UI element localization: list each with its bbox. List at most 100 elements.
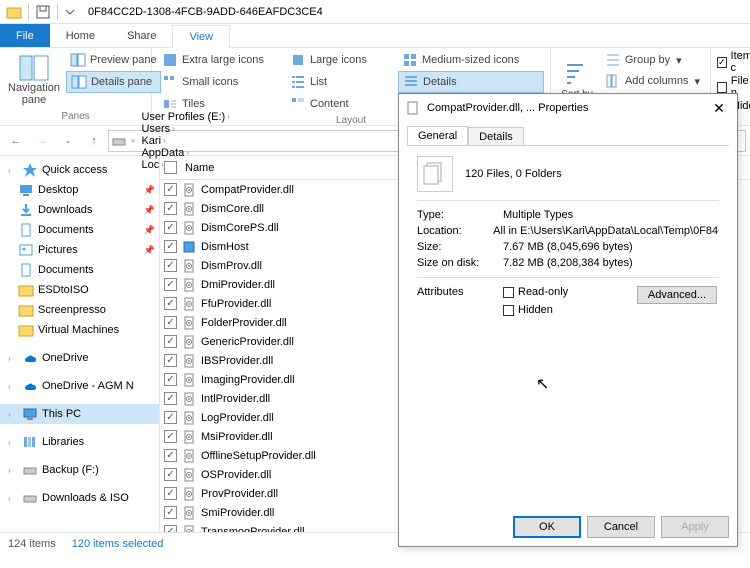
select-all-checkbox[interactable] <box>164 161 177 174</box>
row-checkbox[interactable]: ✓ <box>164 335 177 348</box>
sidebar-item[interactable]: ESDtoISO <box>0 280 159 300</box>
file-name: ProvProvider.dll <box>201 488 278 500</box>
medium-icons-button[interactable]: Medium-sized icons <box>398 50 544 70</box>
row-checkbox[interactable]: ✓ <box>164 354 177 367</box>
row-checkbox[interactable]: ✓ <box>164 487 177 500</box>
ok-button[interactable]: OK <box>513 516 581 538</box>
ribbon-group-panes: Panes <box>6 110 145 123</box>
tab-share[interactable]: Share <box>111 24 172 47</box>
row-checkbox[interactable]: ✓ <box>164 259 177 272</box>
close-button[interactable]: ✕ <box>707 100 731 117</box>
readonly-checkbox[interactable]: Read-only <box>503 286 568 298</box>
row-checkbox[interactable]: ✓ <box>164 525 177 532</box>
row-checkbox[interactable]: ✓ <box>164 316 177 329</box>
file-icon <box>181 524 197 533</box>
row-checkbox[interactable]: ✓ <box>164 240 177 253</box>
sidebar-item[interactable]: Downloads📌 <box>0 200 159 220</box>
tab-details[interactable]: Details <box>468 127 524 146</box>
row-checkbox[interactable]: ✓ <box>164 430 177 443</box>
content-view-button[interactable]: Content <box>286 94 398 114</box>
properties-icon <box>405 100 421 116</box>
row-checkbox[interactable]: ✓ <box>164 449 177 462</box>
row-checkbox[interactable]: ✓ <box>164 278 177 291</box>
navigation-pane-button[interactable]: Navigation pane <box>6 50 62 110</box>
sidebar-libraries[interactable]: ›Libraries <box>0 432 159 452</box>
add-columns-button[interactable]: Add columns▾ <box>601 71 704 91</box>
sidebar-item[interactable]: Virtual Machines <box>0 320 159 340</box>
row-checkbox[interactable]: ✓ <box>164 392 177 405</box>
file-icon <box>181 201 197 217</box>
file-icon <box>181 410 197 426</box>
details-pane-button[interactable]: Details pane <box>66 71 161 93</box>
list-view-button[interactable]: List <box>286 71 398 93</box>
row-checkbox[interactable]: ✓ <box>164 202 177 215</box>
status-selected-count: 120 items selected <box>72 538 164 550</box>
row-checkbox[interactable]: ✓ <box>164 183 177 196</box>
apply-button[interactable]: Apply <box>661 516 729 538</box>
tab-general[interactable]: General <box>407 126 468 145</box>
save-icon[interactable] <box>35 4 51 20</box>
file-icon <box>181 448 197 464</box>
file-name: FfuProvider.dll <box>201 298 271 310</box>
sidebar-backup[interactable]: ›Backup (F:) <box>0 460 159 480</box>
file-icon <box>181 486 197 502</box>
extra-large-icons-button[interactable]: Extra large icons <box>158 50 286 70</box>
file-icon <box>181 239 197 255</box>
group-by-button[interactable]: Group by▾ <box>601 50 704 70</box>
row-checkbox[interactable]: ✓ <box>164 506 177 519</box>
file-name: FolderProvider.dll <box>201 317 287 329</box>
dropdown-icon[interactable] <box>64 4 80 20</box>
sidebar-this-pc[interactable]: ›This PC <box>0 404 159 424</box>
recent-button[interactable]: ⌄ <box>56 129 80 153</box>
file-name: SmiProvider.dll <box>201 507 274 519</box>
details-view-button[interactable]: Details <box>398 71 544 93</box>
large-icons-button[interactable]: Large icons <box>286 50 398 70</box>
file-name: DismCorePS.dll <box>201 222 279 234</box>
file-name: DismCore.dll <box>201 203 264 215</box>
breadcrumb-segment[interactable]: Kari› <box>139 135 231 147</box>
sidebar-quick-access[interactable]: ›Quick access <box>0 160 159 180</box>
sidebar-item[interactable]: Screenpresso <box>0 300 159 320</box>
file-name: IntlProvider.dll <box>201 393 270 405</box>
cancel-button[interactable]: Cancel <box>587 516 655 538</box>
sidebar-onedrive-agm[interactable]: ›OneDrive - AGM N <box>0 376 159 396</box>
sidebar-item[interactable]: Pictures📌 <box>0 240 159 260</box>
file-icon <box>181 505 197 521</box>
sidebar: ›Quick access Desktop📌Downloads📌Document… <box>0 156 160 532</box>
file-name: DmiProvider.dll <box>201 279 275 291</box>
breadcrumb-segment[interactable]: User Profiles (E:)› <box>139 111 231 123</box>
advanced-button[interactable]: Advanced... <box>637 286 717 304</box>
file-icon <box>181 296 197 312</box>
sidebar-onedrive[interactable]: ›OneDrive <box>0 348 159 368</box>
row-checkbox[interactable]: ✓ <box>164 221 177 234</box>
row-checkbox[interactable]: ✓ <box>164 297 177 310</box>
row-checkbox[interactable]: ✓ <box>164 468 177 481</box>
sidebar-item[interactable]: Documents📌 <box>0 220 159 240</box>
forward-button[interactable]: → <box>30 129 54 153</box>
file-icon <box>181 220 197 236</box>
breadcrumb-segment[interactable]: Users› <box>139 123 231 135</box>
sidebar-downloads-iso[interactable]: ›Downloads & ISO <box>0 488 159 508</box>
file-name: DismProv.dll <box>201 260 262 272</box>
small-icons-button[interactable]: Small icons <box>158 71 286 93</box>
preview-pane-button[interactable]: Preview pane <box>66 50 161 70</box>
file-icon <box>181 391 197 407</box>
item-checkboxes-toggle[interactable]: ✓Item c <box>717 50 750 74</box>
row-checkbox[interactable]: ✓ <box>164 411 177 424</box>
tab-file[interactable]: File <box>0 24 50 47</box>
file-icon <box>181 467 197 483</box>
back-button[interactable]: ← <box>4 129 28 153</box>
column-name[interactable]: Name <box>185 162 214 174</box>
prop-size-value: 7.67 MB (8,045,696 bytes) <box>503 241 633 253</box>
tab-home[interactable]: Home <box>50 24 111 47</box>
file-icon <box>181 353 197 369</box>
tab-view[interactable]: View <box>172 25 230 48</box>
file-name: DismHost <box>201 241 249 253</box>
row-checkbox[interactable]: ✓ <box>164 373 177 386</box>
file-name: GenericProvider.dll <box>201 336 294 348</box>
file-name: OSProvider.dll <box>201 469 271 481</box>
up-button[interactable]: ↑ <box>82 129 106 153</box>
hidden-checkbox[interactable]: Hidden <box>503 304 568 316</box>
sidebar-item[interactable]: Desktop📌 <box>0 180 159 200</box>
sidebar-item[interactable]: Documents <box>0 260 159 280</box>
